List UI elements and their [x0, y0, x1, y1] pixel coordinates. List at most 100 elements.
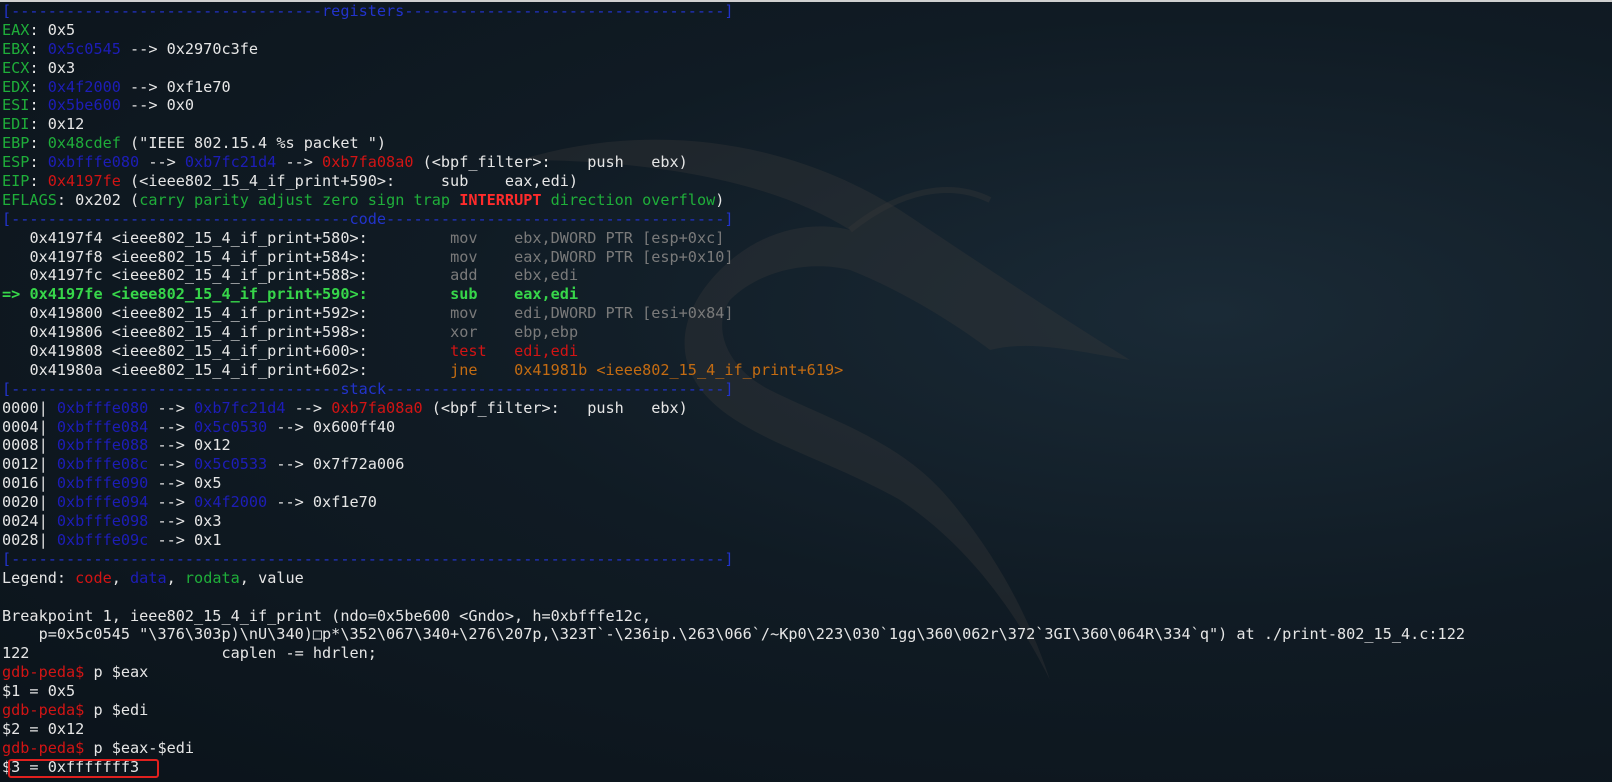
code-operands: ebx,edi	[514, 266, 579, 285]
stack-value: 0x600ff40	[312, 417, 396, 436]
register-name: EDI	[2, 115, 30, 134]
code-line: 0x419808 <ieee802_15_4_if_print+600>: te…	[2, 342, 1608, 361]
stack-address: 0xbfffe090	[56, 474, 149, 493]
code-opcode: jne	[450, 360, 487, 379]
pointer-value: 0xb7fc21d4	[184, 153, 277, 172]
prompt-line: gdb-peda$ p $edi	[2, 701, 1608, 720]
source-line: 122 caplen -= hdrlen;	[2, 644, 377, 663]
code-line: 0x41980a <ieee802_15_4_if_print+602>: jn…	[2, 361, 1608, 380]
stack-address: 0xbfffe084	[56, 417, 149, 436]
code-opcode: test	[450, 342, 487, 361]
register-chain: --> 0x0	[120, 96, 195, 115]
stack-address: 0xbfffe098	[56, 512, 149, 531]
stack-address: 0xbfffe094	[56, 493, 149, 512]
section-end-separator: [---------------------------------------…	[2, 549, 734, 568]
stack-offset: 0016|	[2, 474, 48, 493]
code-pointer	[2, 361, 29, 379]
stack-section-header: [------------------------------------sta…	[2, 379, 734, 398]
stack-address: 0xbfffe088	[56, 436, 149, 455]
code-line-current: => 0x4197fe <ieee802_15_4_if_print+590>:…	[2, 285, 1608, 304]
stack-value: 0xb7fa08a0	[331, 398, 423, 417]
register-esi: ESI: 0x5be600 --> 0x0	[2, 96, 195, 115]
register-ebx: EBX: 0x5c0545 --> 0x2970c3fe	[2, 39, 259, 58]
stack-value: 0x5	[194, 474, 222, 493]
stack-offset: 0004|	[2, 417, 48, 436]
code-line: 0x4197f8 <ieee802_15_4_if_print+584>: mo…	[2, 248, 1608, 267]
stack-row: 0028| 0xbfffe09c --> 0x1	[2, 530, 222, 549]
code-pointer	[2, 342, 29, 360]
register-chain: --> 0x2970c3fe	[120, 39, 259, 58]
flag-interrupt: INTERRUPT	[459, 190, 542, 209]
gdb-prompt: gdb-peda$	[2, 738, 94, 757]
command-history: gdb-peda$ p $eax $1 = 0x5 gdb-peda$ p $edi…	[2, 663, 1608, 776]
code-address: 0x4197f4 <ieee802_15_4_if_print+580>:	[29, 228, 368, 247]
register-name: EBX	[2, 39, 30, 58]
register-detail: (<ieee802_15_4_if_print+590>: sub eax,ed…	[120, 172, 579, 191]
register-esp: ESP: 0xbfffe080 --> 0xb7fc21d4 --> 0xb7f…	[2, 153, 688, 172]
register-edx: EDX: 0x4f2000 --> 0xf1e70	[2, 77, 231, 96]
register-name: EIP	[2, 172, 30, 191]
legend-code: code	[75, 568, 112, 587]
code-opcode: xor	[450, 323, 487, 342]
code-listing: 0x4197f4 <ieee802_15_4_if_print+580>: mo…	[2, 229, 1608, 380]
stack-value: 0x3	[194, 512, 222, 531]
code-opcode: mov	[450, 228, 487, 247]
flags-list: direction overflow	[541, 190, 716, 209]
flags-list: carry parity adjust zero sign trap	[139, 190, 460, 209]
register-value: 0x5be600	[47, 96, 121, 115]
register-ebp: EBP: 0x48cdef ("IEEE 802.15.4 %s packet …	[2, 134, 387, 153]
register-value: 0x5	[47, 20, 76, 39]
register-chain: --> 0xf1e70	[120, 77, 231, 96]
code-address: 0x419806 <ieee802_15_4_if_print+598>:	[29, 323, 368, 342]
code-pointer	[2, 304, 29, 322]
code-address: 0x419800 <ieee802_15_4_if_print+592>:	[29, 304, 368, 323]
code-operands: eax,edi	[514, 285, 579, 304]
stack-offset: 0012|	[2, 455, 48, 474]
code-address: 0x4197fc <ieee802_15_4_if_print+588>:	[29, 266, 368, 285]
register-detail: ("IEEE 802.15.4 %s packet ")	[120, 134, 387, 153]
command-result: $1 = 0x5	[2, 682, 76, 701]
stack-row: 0020| 0xbfffe094 --> 0x4f2000 --> 0xf1e7…	[2, 493, 377, 512]
breakpoint-args: p=0x5c0545 "\376\303p)\nU\340)□p*\352\06…	[2, 625, 1465, 644]
command-text: p $edi	[93, 700, 149, 719]
register-ecx: ECX: 0x3	[2, 58, 76, 77]
register-name: EBP	[2, 134, 30, 153]
legend-data: data	[130, 568, 167, 587]
code-opcode: mov	[450, 247, 487, 266]
code-pointer	[2, 323, 29, 341]
register-name: EDX	[2, 77, 30, 96]
register-eip: EIP: 0x4197fe (<ieee802_15_4_if_print+59…	[2, 172, 579, 191]
code-opcode: sub	[450, 285, 487, 304]
stack-row: 0008| 0xbfffe088 --> 0x12	[2, 436, 231, 455]
command-text: p $eax	[93, 663, 149, 682]
stack-address: 0xbfffe09c	[56, 530, 149, 549]
stack-value: 0x5c0533	[194, 455, 268, 474]
register-name: ESP	[2, 153, 30, 172]
code-address: 0x4197f8 <ieee802_15_4_if_print+584>:	[29, 247, 368, 266]
stack-value: 0x12	[194, 436, 231, 455]
gdb-prompt: gdb-peda$	[2, 663, 94, 682]
stack-address: 0xbfffe080	[56, 398, 149, 417]
command-text: p $eax-$edi	[93, 738, 195, 757]
stack-offset: 0024|	[2, 512, 48, 531]
pointer-value: 0xb7fa08a0	[322, 153, 414, 172]
code-pointer: =>	[2, 285, 30, 304]
register-name: ESI	[2, 96, 30, 115]
highlight-box	[8, 759, 159, 778]
code-opcode: mov	[450, 304, 487, 323]
stack-offset: 0000|	[2, 398, 48, 417]
code-line: 0x4197fc <ieee802_15_4_if_print+588>: ad…	[2, 266, 1608, 285]
stack-value: 0x4f2000	[194, 493, 268, 512]
code-address: 0x41980a <ieee802_15_4_if_print+602>:	[29, 360, 368, 379]
stack-address: 0xbfffe08c	[56, 455, 149, 474]
code-address: 0x4197fe <ieee802_15_4_if_print+590>:	[29, 285, 368, 304]
code-pointer	[2, 248, 29, 266]
gdb-terminal[interactable]: [----------------------------------regis…	[2, 2, 1608, 777]
register-value: 0x3	[47, 58, 76, 77]
register-list: EAX: 0x5 EBX: 0x5c0545 --> 0x2970c3fe ECX:…	[2, 21, 1608, 134]
code-operands: eax,DWORD PTR [esp+0x10]	[514, 247, 734, 266]
register-eax: EAX: 0x5	[2, 20, 76, 39]
legend-value: value	[258, 568, 304, 587]
stack-listing: 0000| 0xbfffe080 --> 0xb7fc21d4 --> 0xb7…	[2, 399, 1608, 550]
